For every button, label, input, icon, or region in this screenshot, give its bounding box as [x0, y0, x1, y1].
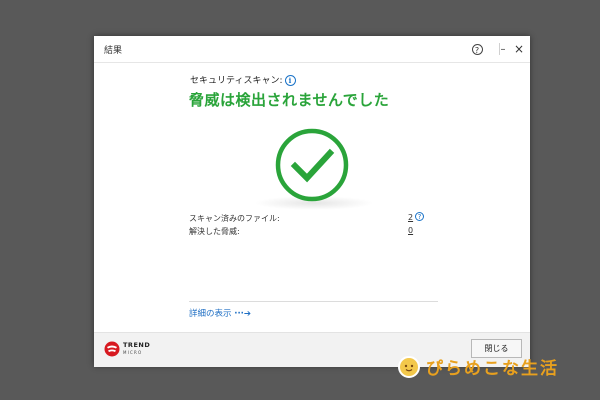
trend-micro-logo: TREND MICRO: [104, 341, 150, 357]
show-details-label: 詳細の表示: [189, 309, 232, 319]
help-icon: ?: [471, 43, 483, 55]
title-bar: 結果 ? – ×: [94, 36, 530, 63]
results-window: 結果 ? – × セキュリティスキャン: i 脅威は検出されませんでした スキャン…: [94, 36, 530, 367]
resolved-threats-label: 解決した脅威:: [189, 227, 240, 236]
brand-name-line1: TREND: [123, 341, 151, 349]
close-window-button[interactable]: ×: [512, 42, 526, 56]
details-divider: [189, 301, 438, 302]
minimize-button[interactable]: –: [496, 42, 510, 56]
show-details-link[interactable]: 詳細の表示 ···➔: [189, 307, 251, 319]
checkmark-circle-icon: [272, 125, 352, 205]
help-button[interactable]: ?: [470, 42, 484, 56]
trend-micro-ball-icon: [104, 341, 120, 357]
window-title: 結果: [104, 46, 123, 56]
scan-type: セキュリティスキャン: i: [190, 73, 296, 86]
scanned-files-label: スキャン済みのファイル:: [189, 214, 280, 223]
watermark-text: ぴらめこな生活: [426, 359, 559, 379]
blog-watermark: ぴらめこな生活: [398, 354, 559, 379]
scan-type-label: セキュリティスキャン:: [190, 76, 283, 86]
brand-name-line2: MICRO: [123, 350, 143, 355]
arrow-right-icon: ···➔: [234, 309, 252, 319]
info-icon[interactable]: i: [284, 75, 296, 86]
scanned-files-count[interactable]: 2: [408, 213, 413, 222]
scan-result-headline: 脅威は検出されませんでした: [189, 91, 390, 109]
resolved-threats-count[interactable]: 0: [408, 226, 413, 235]
scanned-files-help-icon[interactable]: ?: [415, 212, 424, 221]
watermark-face-icon: [398, 355, 420, 378]
